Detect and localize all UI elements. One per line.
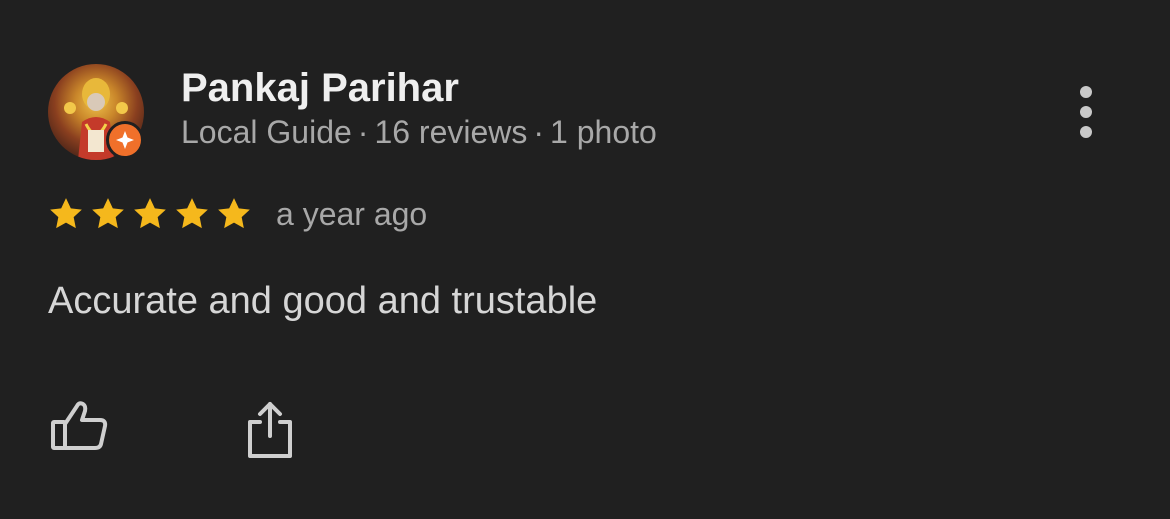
star-icon xyxy=(176,198,208,229)
photo-count: 1 photo xyxy=(550,114,657,150)
star-icon xyxy=(50,198,82,229)
reviewer-name[interactable]: Pankaj Parihar xyxy=(181,66,459,111)
local-guide-label: Local Guide xyxy=(181,114,352,150)
more-vertical-icon-dot xyxy=(1080,126,1092,138)
more-options-button[interactable] xyxy=(1066,82,1106,142)
star-icon xyxy=(218,198,250,229)
star-icon xyxy=(134,198,166,229)
meta-separator: · xyxy=(357,114,369,150)
more-vertical-icon-dot xyxy=(1080,86,1092,98)
like-button[interactable] xyxy=(48,398,110,454)
thumbs-up-icon xyxy=(51,401,108,450)
reviewer-meta: Local Guide · 16 reviews · 1 photo xyxy=(181,114,657,151)
star-rating xyxy=(46,194,254,234)
review-time: a year ago xyxy=(276,196,428,232)
review-text: Accurate and good and trustable xyxy=(48,280,598,322)
star-icon xyxy=(92,198,124,229)
share-icon xyxy=(248,402,292,458)
meta-separator: · xyxy=(533,114,545,150)
review-count: 16 reviews xyxy=(374,114,528,150)
local-guide-badge-icon xyxy=(106,121,144,159)
more-vertical-icon-dot xyxy=(1080,106,1092,118)
share-button[interactable] xyxy=(244,400,296,460)
